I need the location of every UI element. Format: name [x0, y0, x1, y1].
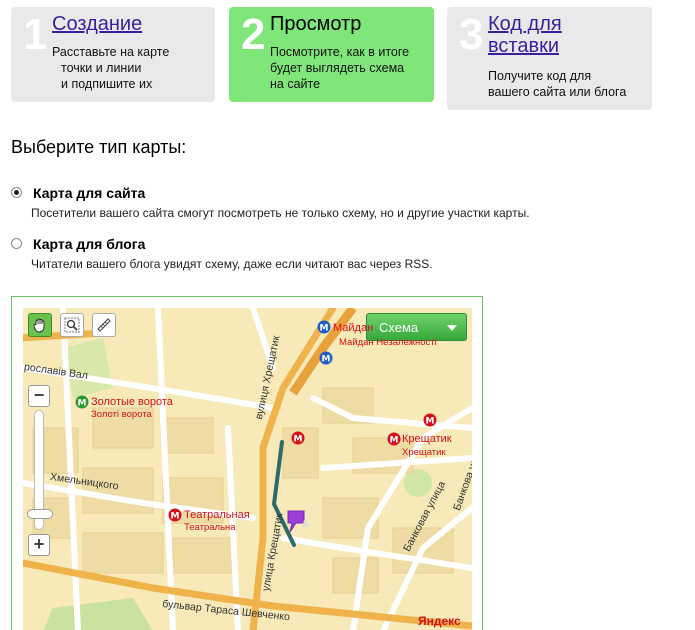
map-preview-frame: − + Схема M M M M M M M Майдан Майдан Не…: [11, 296, 483, 630]
metro-label: Театральная: [184, 509, 250, 521]
desc-line: Посмотрите, как в итоге: [270, 45, 410, 59]
desc-line: Расставьте на карте: [52, 45, 170, 59]
svg-text:M: M: [294, 435, 303, 445]
radio-blog-map[interactable]: [11, 238, 22, 249]
step-preview-title: Просмотр: [270, 13, 362, 35]
step-number: 1: [23, 10, 48, 59]
zoom-in-button[interactable]: +: [28, 534, 50, 556]
map-marker-icon[interactable]: [286, 510, 310, 538]
zoom-area-icon[interactable]: [60, 313, 84, 337]
step-number: 3: [459, 10, 484, 59]
metro-icon: M: [319, 351, 333, 365]
metro-icon: M: [387, 432, 401, 446]
metro-icon: M: [423, 413, 437, 427]
radio-site-map[interactable]: [11, 187, 22, 198]
desc-line: точки и линии: [61, 61, 142, 75]
option-label[interactable]: Карта для сайта: [33, 185, 145, 201]
metro-sublabel: Хрещатик: [402, 447, 446, 458]
chevron-down-icon: [447, 325, 457, 331]
map-type-value: Схема: [379, 320, 419, 335]
desc-line: будет выглядеть схема: [270, 61, 405, 75]
metro-label: Крещатик: [402, 433, 452, 445]
hand-tool-icon[interactable]: [28, 313, 52, 337]
desc-line: Получите код для: [488, 69, 592, 83]
metro-icon: M: [291, 431, 305, 445]
metro-icon: M: [75, 395, 89, 409]
metro-label: Золотые ворота: [91, 396, 173, 408]
yandex-logo: Яндекс: [418, 614, 461, 628]
option-label[interactable]: Карта для блога: [33, 236, 145, 252]
step-preview: 2 Просмотр Посмотрите, как в итоге будет…: [229, 7, 434, 102]
map-canvas[interactable]: − + Схема M M M M M M M Майдан Майдан Не…: [23, 308, 472, 630]
option-hint: Посетители вашего сайта смогут посмотрет…: [31, 206, 530, 220]
svg-text:M: M: [78, 399, 87, 409]
desc-line: на сайте: [270, 77, 321, 91]
svg-text:M: M: [390, 436, 399, 446]
map-type-heading: Выберите тип карты:: [11, 137, 187, 157]
step-description: Посмотрите, как в итоге будет выглядеть …: [270, 44, 409, 92]
metro-sublabel: Золоті ворота: [91, 409, 152, 420]
option-hint: Читатели вашего блога увидят схему, даже…: [31, 257, 433, 271]
svg-text:M: M: [320, 324, 329, 334]
step-code-link[interactable]: Код для вставки: [488, 13, 608, 57]
metro-label: Майдан: [333, 322, 374, 334]
zoom-out-button[interactable]: −: [28, 385, 50, 407]
metro-icon: M: [168, 508, 182, 522]
svg-text:M: M: [322, 355, 331, 365]
step-description: Получите код для вашего сайта или блога: [488, 68, 626, 100]
step-description: Расставьте на карте точки и линии и подп…: [52, 44, 169, 92]
svg-text:M: M: [171, 512, 180, 522]
step-number: 2: [241, 10, 266, 59]
ruler-icon[interactable]: [92, 313, 116, 337]
step-create[interactable]: 1 Создание Расставьте на карте точки и л…: [11, 7, 215, 102]
zoom-slider-thumb[interactable]: [27, 509, 53, 519]
metro-sublabel: Майдан Незалежності: [339, 337, 437, 348]
metro-sublabel: Театральна: [184, 522, 236, 533]
svg-text:M: M: [426, 417, 435, 427]
map-base-layer: [23, 308, 472, 630]
metro-icon: M: [317, 320, 331, 334]
step-create-link[interactable]: Создание: [52, 13, 142, 35]
step-code[interactable]: 3 Код для вставки Получите код для вашег…: [447, 7, 652, 110]
desc-line: и подпишите их: [61, 77, 153, 91]
desc-line: вашего сайта или блога: [488, 85, 627, 99]
